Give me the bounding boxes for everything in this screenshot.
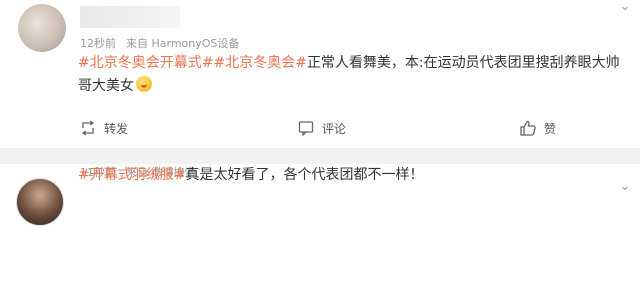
- hashtag-link[interactable]: #北京冬奥会开幕式#: [78, 55, 213, 71]
- comment-icon: [298, 121, 314, 136]
- post-text: 哥大美女: [78, 78, 134, 94]
- comment-label: 评论: [322, 121, 347, 136]
- post-actions: 转发 评论 赞: [0, 118, 640, 138]
- like-button[interactable]: 赞: [520, 118, 556, 138]
- weibo-post-1: ⌄ 12秒前 来自 HarmonyOS设备 #北京冬奥会开幕式##北京冬奥会#正常…: [0, 0, 640, 148]
- hashtag-link[interactable]: #开幕式羽绒服#: [78, 167, 185, 183]
- post-text: 正常人看舞美，本:在运动员代表团里搜刮养眼大帅: [306, 55, 620, 71]
- username-redacted[interactable]: [80, 6, 180, 28]
- thumbs-up-icon: [520, 120, 536, 136]
- post-divider: [0, 148, 640, 164]
- like-label: 赞: [544, 121, 557, 136]
- hashtag-link[interactable]: #北京冬奥会#: [213, 55, 306, 71]
- repost-label: 转发: [104, 121, 129, 136]
- repost-button[interactable]: 转发: [80, 118, 128, 138]
- post-content: #开幕式羽绒服#真是太好看了，各个代表团都不一样！: [78, 164, 638, 296]
- repost-icon: [81, 120, 95, 136]
- post-time: 12秒前: [80, 37, 116, 50]
- user-avatar[interactable]: [18, 4, 66, 52]
- user-avatar[interactable]: [16, 178, 64, 226]
- emoji-icon: [136, 76, 152, 92]
- chevron-down-icon[interactable]: ⌄: [618, 0, 632, 14]
- post-text: 真是太好看了，各个代表团都不一样！: [185, 167, 424, 183]
- post-content: #北京冬奥会开幕式##北京冬奥会#正常人看舞美，本:在运动员代表团里搜刮养眼大帅…: [78, 52, 638, 98]
- comment-button[interactable]: 评论: [298, 118, 346, 138]
- post-meta: 12秒前 来自 HarmonyOS设备: [80, 35, 249, 51]
- post-source: 来自 HarmonyOS设备: [126, 37, 240, 50]
